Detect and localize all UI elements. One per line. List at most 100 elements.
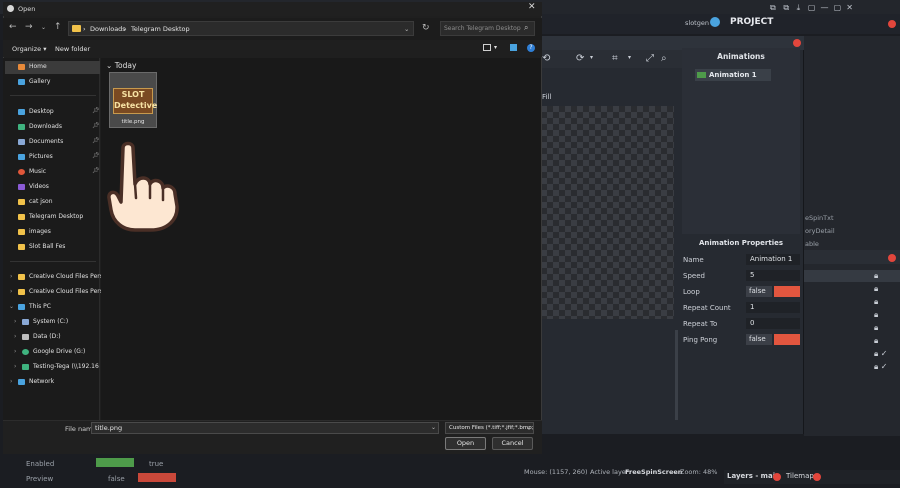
nav-item-creative-cloud-1[interactable]: Creative Cloud Files Persona: [18, 271, 101, 283]
pin-icon[interactable]: 📌︎: [92, 137, 100, 144]
nav-item-network[interactable]: Network: [18, 376, 100, 388]
close-project-icon[interactable]: [888, 20, 896, 28]
nav-item-videos[interactable]: Videos: [18, 181, 100, 193]
expand-chevron-icon[interactable]: ›: [14, 318, 16, 325]
nav-item-downloads[interactable]: Downloads 📌︎: [18, 121, 100, 133]
rotate-ccw-icon[interactable]: ⟲: [542, 53, 550, 64]
back-icon[interactable]: ←: [9, 22, 17, 32]
breadcrumb-telegram-desktop[interactable]: Telegram Desktop: [131, 25, 190, 33]
collapse-chevron-icon[interactable]: ⌄: [9, 303, 14, 310]
expand-chevron-icon[interactable]: ›: [10, 288, 12, 295]
zoom-icon[interactable]: ⌕: [661, 53, 667, 64]
lock-icon[interactable]: 🔒︎: [874, 310, 878, 320]
view-options-icon[interactable]: [483, 44, 491, 51]
lock-icon[interactable]: 🔒︎: [874, 271, 878, 281]
expand-chevron-icon[interactable]: ›: [14, 363, 16, 370]
desktop-icon: [18, 109, 25, 115]
enabled-toggle[interactable]: [96, 458, 134, 467]
nav-item-desktop[interactable]: Desktop 📌︎: [18, 106, 100, 118]
lock-icon[interactable]: 🔒︎: [874, 297, 878, 307]
tab-tilemap[interactable]: Tilemap: [786, 472, 814, 480]
nav-item-music[interactable]: Music 📌︎: [18, 166, 100, 178]
nav-item-system-c[interactable]: System (C:): [22, 316, 104, 328]
prop-repeat-count-field[interactable]: 1: [746, 302, 800, 313]
canvas-preview[interactable]: [541, 106, 674, 319]
nav-item-creative-cloud-2[interactable]: Creative Cloud Files Persona: [18, 286, 101, 298]
pin-icon[interactable]: 📌︎: [92, 107, 100, 114]
layer-row-selected[interactable]: [804, 270, 900, 282]
lock-icon[interactable]: 🔒︎: [874, 284, 878, 294]
prop-ping-pong-row: Ping Pong false: [683, 333, 801, 347]
fill-label: Fill: [542, 93, 552, 101]
prop-speed-field[interactable]: 5: [746, 270, 800, 281]
cancel-button[interactable]: Cancel: [492, 437, 533, 450]
expand-chevron-icon[interactable]: ›: [14, 348, 16, 355]
nav-item-cat-json[interactable]: cat json: [18, 196, 100, 208]
search-icon[interactable]: ⌕: [524, 23, 528, 33]
nav-item-slot-ball-fes[interactable]: Slot Ball Fes: [18, 241, 100, 253]
pin-icon[interactable]: 📌︎: [92, 167, 100, 174]
recent-dropdown-icon[interactable]: ⌄: [41, 24, 46, 31]
prop-label: Speed: [683, 272, 705, 280]
expand-chevron-icon[interactable]: ›: [10, 378, 12, 385]
preview-pane-icon[interactable]: [510, 44, 517, 51]
nav-item-label: System (C:): [33, 318, 69, 325]
prop-name-field[interactable]: Animation 1: [746, 254, 800, 265]
pin-icon[interactable]: 📌︎: [92, 152, 100, 159]
file-type-dropdown-icon[interactable]: ⌄: [526, 424, 531, 431]
organize-button[interactable]: Organize ▾: [12, 45, 46, 53]
help-icon[interactable]: ?: [527, 44, 535, 52]
close-layers-icon[interactable]: [888, 254, 896, 262]
preview-toggle[interactable]: [138, 473, 176, 482]
group-header-today[interactable]: ⌄ Today: [106, 61, 136, 70]
nav-item-testing-tega[interactable]: Testing-Tega (\\192.168.1.1): [22, 361, 104, 373]
file-name-input[interactable]: title.png: [91, 422, 439, 434]
nav-item-telegram-desktop[interactable]: Telegram Desktop: [18, 211, 100, 223]
lock-icon[interactable]: 🔒︎: [874, 323, 878, 333]
organize-label: Organize: [12, 45, 42, 53]
refresh-icon[interactable]: ↻: [422, 23, 430, 33]
prop-loop-toggle[interactable]: [774, 286, 800, 297]
window-controls[interactable]: ⧉ ⧉ ⤓ ▢ — ▢ ✕: [770, 3, 853, 13]
open-button[interactable]: Open: [445, 437, 486, 450]
lock-icon[interactable]: 🔒︎ ✓: [874, 349, 888, 359]
lock-icon[interactable]: 🔒︎ ✓: [874, 362, 888, 372]
nav-item-gallery[interactable]: Gallery: [18, 76, 100, 88]
animation-swatch-icon: [697, 72, 706, 78]
pc-icon: [18, 304, 25, 310]
canvas-scrollbar[interactable]: [675, 330, 678, 420]
expand-chevron-icon[interactable]: ›: [14, 333, 16, 340]
prop-repeat-to-field[interactable]: 0: [746, 318, 800, 329]
nav-item-home[interactable]: Home: [18, 61, 100, 73]
nav-item-this-pc[interactable]: This PC: [18, 301, 100, 313]
tab-tilemap-close-icon[interactable]: [813, 473, 821, 481]
file-type-select[interactable]: Custom Files (*.tiff;*.jfif;*.bmp;: [445, 422, 534, 434]
file-name-dropdown-icon[interactable]: ⌄: [431, 424, 436, 431]
breadcrumb-downloads[interactable]: Downloads: [90, 25, 126, 33]
view-dropdown-icon[interactable]: ▾: [494, 44, 497, 51]
prop-ping-pong-toggle[interactable]: [774, 334, 800, 345]
nav-item-documents[interactable]: Documents 📌︎: [18, 136, 100, 148]
prop-repeat-to-row: Repeat To 0: [683, 317, 801, 331]
crop-dropdown-icon[interactable]: ▾: [628, 54, 631, 61]
nav-item-images[interactable]: images: [18, 226, 100, 238]
rotate-cw-icon[interactable]: ⟳: [576, 53, 584, 64]
expand-chevron-icon[interactable]: ›: [10, 273, 12, 280]
close-dialog-icon[interactable]: ✕: [528, 2, 536, 12]
prop-label: Name: [683, 256, 704, 264]
rotate-dropdown-icon[interactable]: ▾: [590, 54, 593, 61]
pin-icon[interactable]: 📌︎: [92, 122, 100, 129]
nav-item-label: This PC: [29, 303, 51, 310]
nav-item-pictures[interactable]: Pictures 📌︎: [18, 151, 100, 163]
lock-icon[interactable]: 🔒︎: [874, 336, 878, 346]
nav-item-google-drive[interactable]: Google Drive (G:): [22, 346, 104, 358]
fit-icon[interactable]: ⤢: [646, 53, 654, 64]
new-folder-button[interactable]: New folder: [55, 45, 90, 53]
forward-icon[interactable]: →: [25, 22, 33, 32]
crop-icon[interactable]: ⌗: [612, 53, 618, 64]
nav-item-data-d[interactable]: Data (D:): [22, 331, 104, 343]
up-icon[interactable]: ↑: [54, 22, 62, 32]
tab-layers-close-icon[interactable]: [773, 473, 781, 481]
address-dropdown-icon[interactable]: ⌄: [404, 25, 409, 33]
close-editor-icon[interactable]: [793, 39, 801, 47]
